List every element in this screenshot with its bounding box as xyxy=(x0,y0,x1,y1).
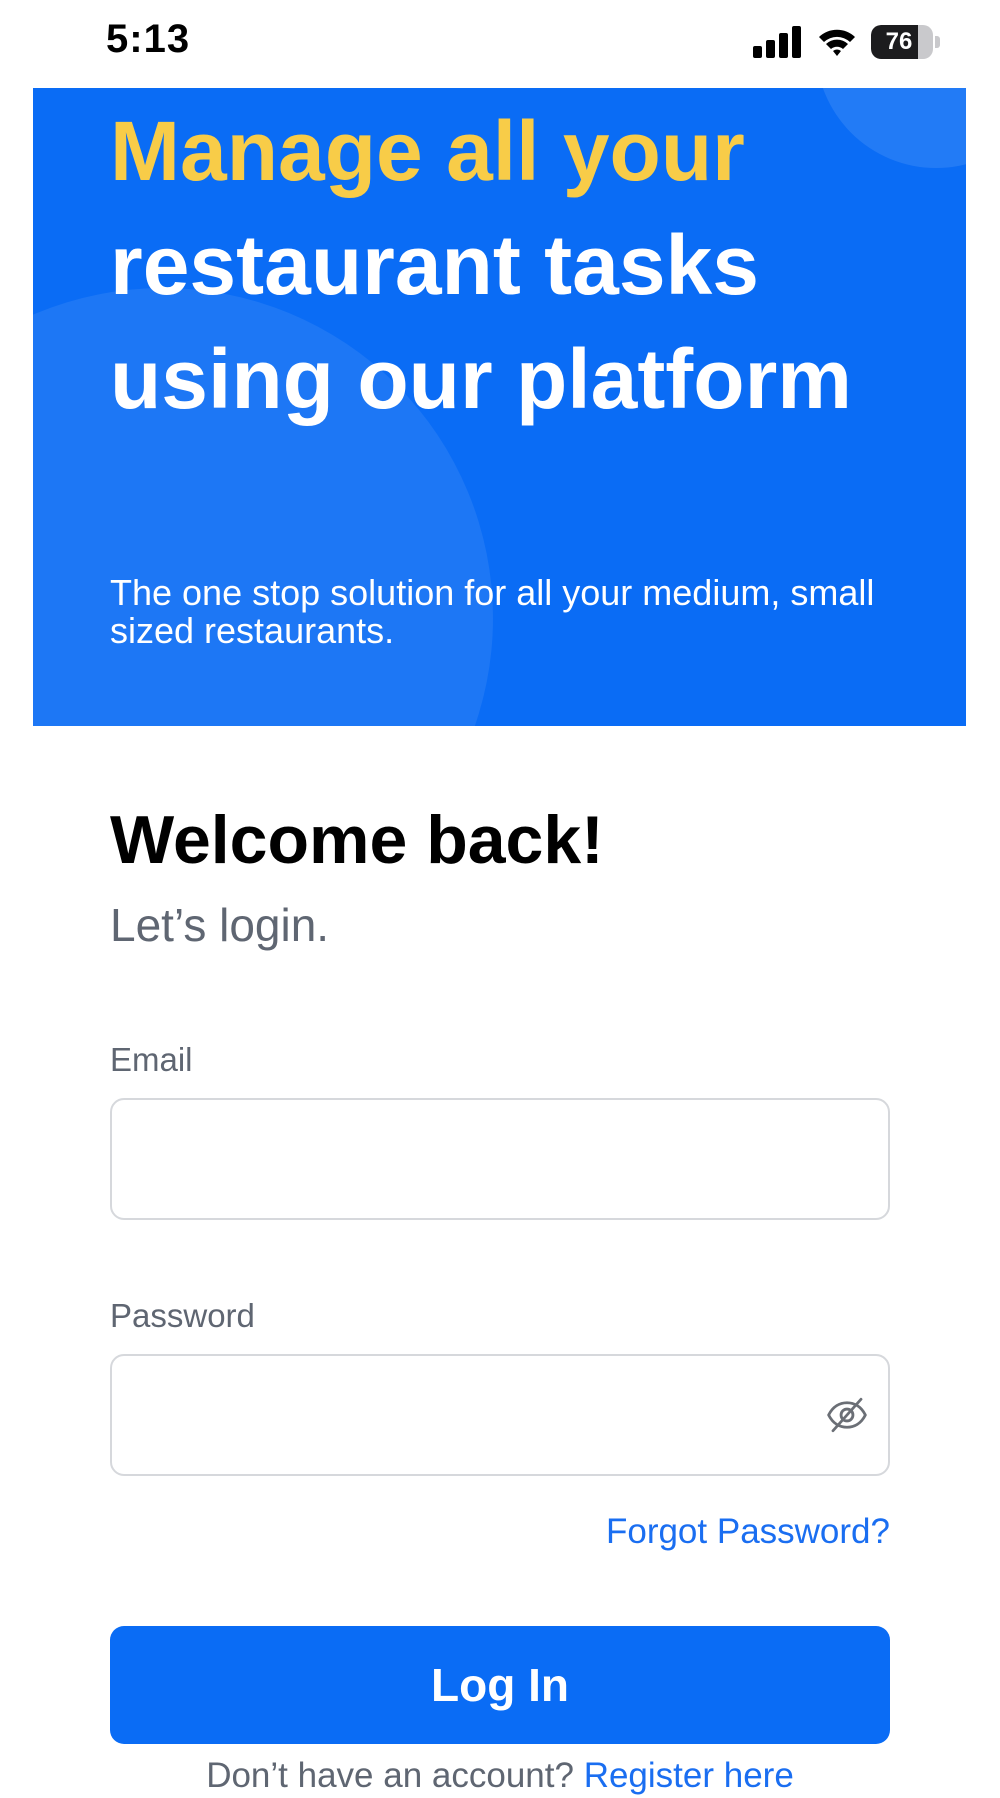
welcome-title: Welcome back! xyxy=(110,802,604,878)
hero-headline-highlight: Manage all your xyxy=(110,104,745,198)
register-prompt-line: Don’t have an account? Register here xyxy=(0,1754,1000,1798)
forgot-password-link[interactable]: Forgot Password? xyxy=(606,1510,890,1554)
hero-subtitle: The one stop solution for all your mediu… xyxy=(110,572,875,651)
battery-icon: 76 xyxy=(871,25,933,59)
hero-banner: Manage all your restaurant tasks using ou… xyxy=(33,88,966,726)
register-link[interactable]: Register here xyxy=(584,1756,794,1795)
hero-headline: Manage all your restaurant tasks using ou… xyxy=(110,94,930,436)
status-icons: 76 xyxy=(753,22,940,62)
battery-level: 76 xyxy=(885,28,913,55)
welcome-subtitle: Let’s login. xyxy=(110,899,330,951)
password-field[interactable] xyxy=(134,1356,818,1476)
email-field-container xyxy=(110,1098,890,1220)
status-bar: 5:13 76 xyxy=(0,0,1000,86)
status-time: 5:13 xyxy=(106,17,191,61)
battery-cap xyxy=(935,36,940,48)
password-field-container xyxy=(110,1354,890,1476)
register-prompt: Don’t have an account? xyxy=(206,1756,574,1795)
email-field[interactable] xyxy=(134,1100,818,1220)
password-label: Password xyxy=(110,1297,255,1334)
eye-off-icon[interactable] xyxy=(826,1394,868,1436)
email-label: Email xyxy=(110,1041,193,1078)
signal-icon xyxy=(753,26,801,58)
login-button[interactable]: Log In xyxy=(110,1626,890,1744)
hero-headline-rest: restaurant tasks using our platform xyxy=(110,218,852,426)
wifi-icon xyxy=(819,29,855,56)
